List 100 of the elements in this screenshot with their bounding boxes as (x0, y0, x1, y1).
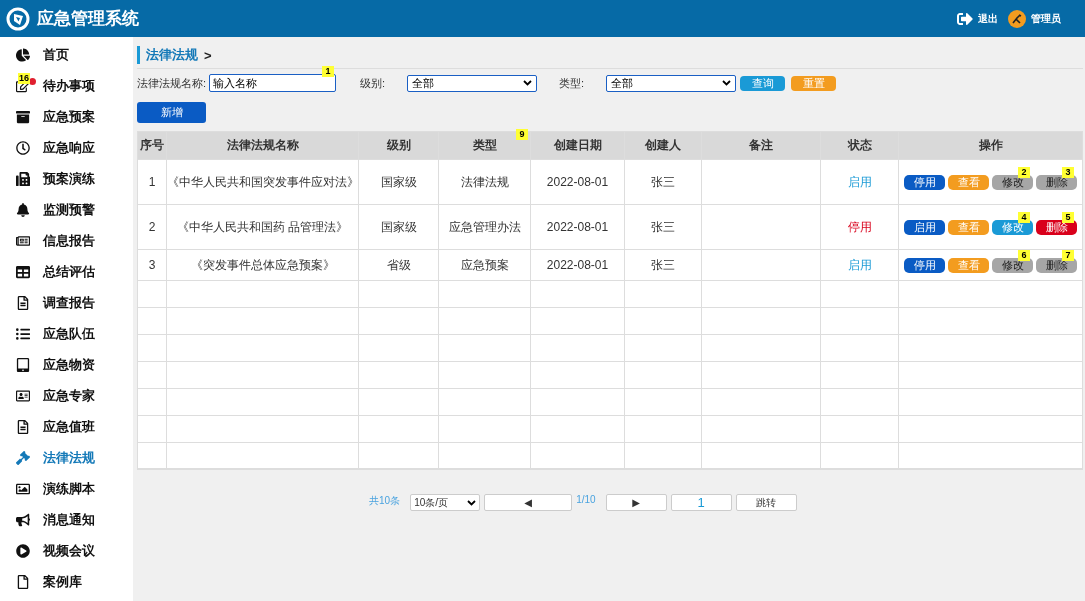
column-header: 操作 (977, 137, 1004, 154)
logout-link[interactable]: 退出 (978, 11, 998, 26)
sidebar-item[interactable]: 应急预案 (0, 101, 133, 132)
marker-label: 7 (1062, 249, 1074, 261)
column-header: 备注 (702, 132, 821, 159)
user-avatar-icon[interactable] (1008, 9, 1026, 28)
edit-button[interactable]: 修改 (992, 174, 1033, 190)
sidebar-item[interactable]: 视频会议 (0, 535, 133, 566)
sidebar-item[interactable]: 应急响应 (0, 132, 133, 163)
table-cell: 张三 (625, 205, 702, 249)
sidebar-item[interactable]: 案例库 (0, 566, 133, 597)
table-cell: 法律法规 (439, 160, 531, 204)
megaphone-icon (16, 512, 30, 527)
marker-label: 6 (1018, 249, 1030, 261)
prev-page-button[interactable]: ◀ (484, 494, 573, 511)
column-header: 创建日期 (531, 132, 625, 159)
sidebar-item[interactable]: 法律法规 (0, 442, 133, 473)
file-icon (16, 574, 30, 589)
total-count: 共10条 (369, 494, 401, 508)
name-label: 法律法规名称: (137, 75, 207, 91)
table-cell: 省级 (359, 250, 439, 280)
breadcrumb-title[interactable]: 法律法规 (137, 46, 198, 64)
table-cell: 2022-08-01 (531, 250, 625, 280)
table-cell: 2022-08-01 (531, 205, 625, 249)
column-header: 法律法规名称 (167, 132, 359, 159)
delete-button[interactable]: 删除 (1036, 219, 1077, 235)
table-cell: 应急预案 (439, 250, 531, 280)
table-cell: 《中华人民共和国突发事件应对法》 (167, 160, 359, 204)
type-label: 类型: (559, 75, 586, 91)
table-cell: 《中华人民共和国药 品管理法》 (167, 205, 359, 249)
marker-label: 9 (516, 129, 528, 140)
level-select[interactable]: 全部 (407, 74, 538, 92)
bell-icon (16, 202, 30, 217)
toggle-button[interactable]: 停用 (904, 257, 945, 273)
table-cell: 国家级 (359, 160, 439, 204)
gavel-icon (16, 450, 30, 465)
logo-icon (6, 6, 30, 31)
table-cell: 3 (138, 250, 167, 280)
next-page-button[interactable]: ▶ (605, 494, 667, 511)
type-select[interactable]: 全部 (606, 74, 737, 92)
pie-chart-icon (16, 47, 30, 62)
sidebar-item[interactable]: 应急队伍 (0, 318, 133, 349)
delete-button[interactable]: 删除 (1036, 257, 1077, 273)
column-header: 级别 (359, 132, 439, 159)
archive-icon (16, 109, 30, 124)
table-cell: 《突发事件总体应急预案》 (167, 250, 359, 280)
sidebar-item[interactable]: 应急专家 (0, 380, 133, 411)
table-cell: 张三 (625, 160, 702, 204)
marker-label: 16 (18, 73, 30, 84)
column-header: 状态 (821, 132, 899, 159)
fax-icon (16, 171, 30, 186)
sidebar-item[interactable]: 应急值班 (0, 411, 133, 442)
marker-label: 5 (1062, 211, 1074, 223)
sidebar-item[interactable]: 首页 (0, 39, 133, 70)
marker-label: 3 (1062, 166, 1074, 178)
status-text: 停用 (821, 205, 899, 249)
sidebar-item[interactable]: 调查报告 (0, 287, 133, 318)
sidebar-item[interactable]: 信息报告 (0, 225, 133, 256)
tablet-icon (16, 357, 30, 372)
table-cell: 1 (138, 160, 167, 204)
grid-icon (16, 264, 30, 279)
newspaper-icon (16, 233, 30, 248)
play-icon (16, 543, 30, 558)
user-name[interactable]: 管理员 (1031, 11, 1061, 26)
document-icon (16, 295, 30, 310)
list-icon (16, 326, 30, 341)
jump-button[interactable]: 跳转 (735, 494, 797, 511)
add-button[interactable]: 新增 (137, 102, 206, 123)
sidebar-item[interactable]: 消息通知 (0, 504, 133, 535)
page-size-select[interactable]: 10条/页 (410, 494, 481, 511)
id-card-icon (16, 388, 30, 403)
name-field[interactable]: 输入名称 (209, 74, 337, 92)
chevron-down-icon (467, 499, 477, 506)
app-title: 应急管理系统 (37, 8, 140, 30)
table-cell: 应急管理办法 (439, 205, 531, 249)
sidebar-item[interactable]: 总结评估 (0, 256, 133, 287)
column-header: 序号 (138, 132, 167, 159)
column-header: 类型 9 (439, 132, 531, 159)
sidebar-item[interactable]: 16 待办事项 (0, 70, 133, 101)
marker-label: 2 (1018, 166, 1030, 178)
level-label: 级别: (360, 75, 387, 91)
sidebar-item[interactable]: 应急物资 (0, 349, 133, 380)
edit-button[interactable]: 修改 (992, 257, 1033, 273)
column-header: 创建人 (625, 132, 702, 159)
marker-label: 4 (1018, 211, 1030, 223)
toggle-button[interactable]: 启用 (904, 219, 945, 235)
sidebar-item[interactable]: 演练脚本 (0, 473, 133, 504)
image-icon (16, 481, 30, 496)
toggle-button[interactable]: 停用 (904, 174, 945, 190)
delete-button[interactable]: 删除 (1036, 174, 1077, 190)
status-text: 启用 (821, 160, 899, 204)
status-text: 启用 (821, 250, 899, 280)
table-cell: 国家级 (359, 205, 439, 249)
table-cell: 张三 (625, 250, 702, 280)
marker-label: 1 (322, 66, 335, 77)
logout-icon[interactable] (957, 10, 973, 27)
chevron-down-icon (523, 80, 533, 86)
clock-icon (16, 140, 30, 155)
sidebar-item[interactable]: 监测预警 (0, 194, 133, 225)
sidebar-item[interactable]: 预案演练 (0, 163, 133, 194)
